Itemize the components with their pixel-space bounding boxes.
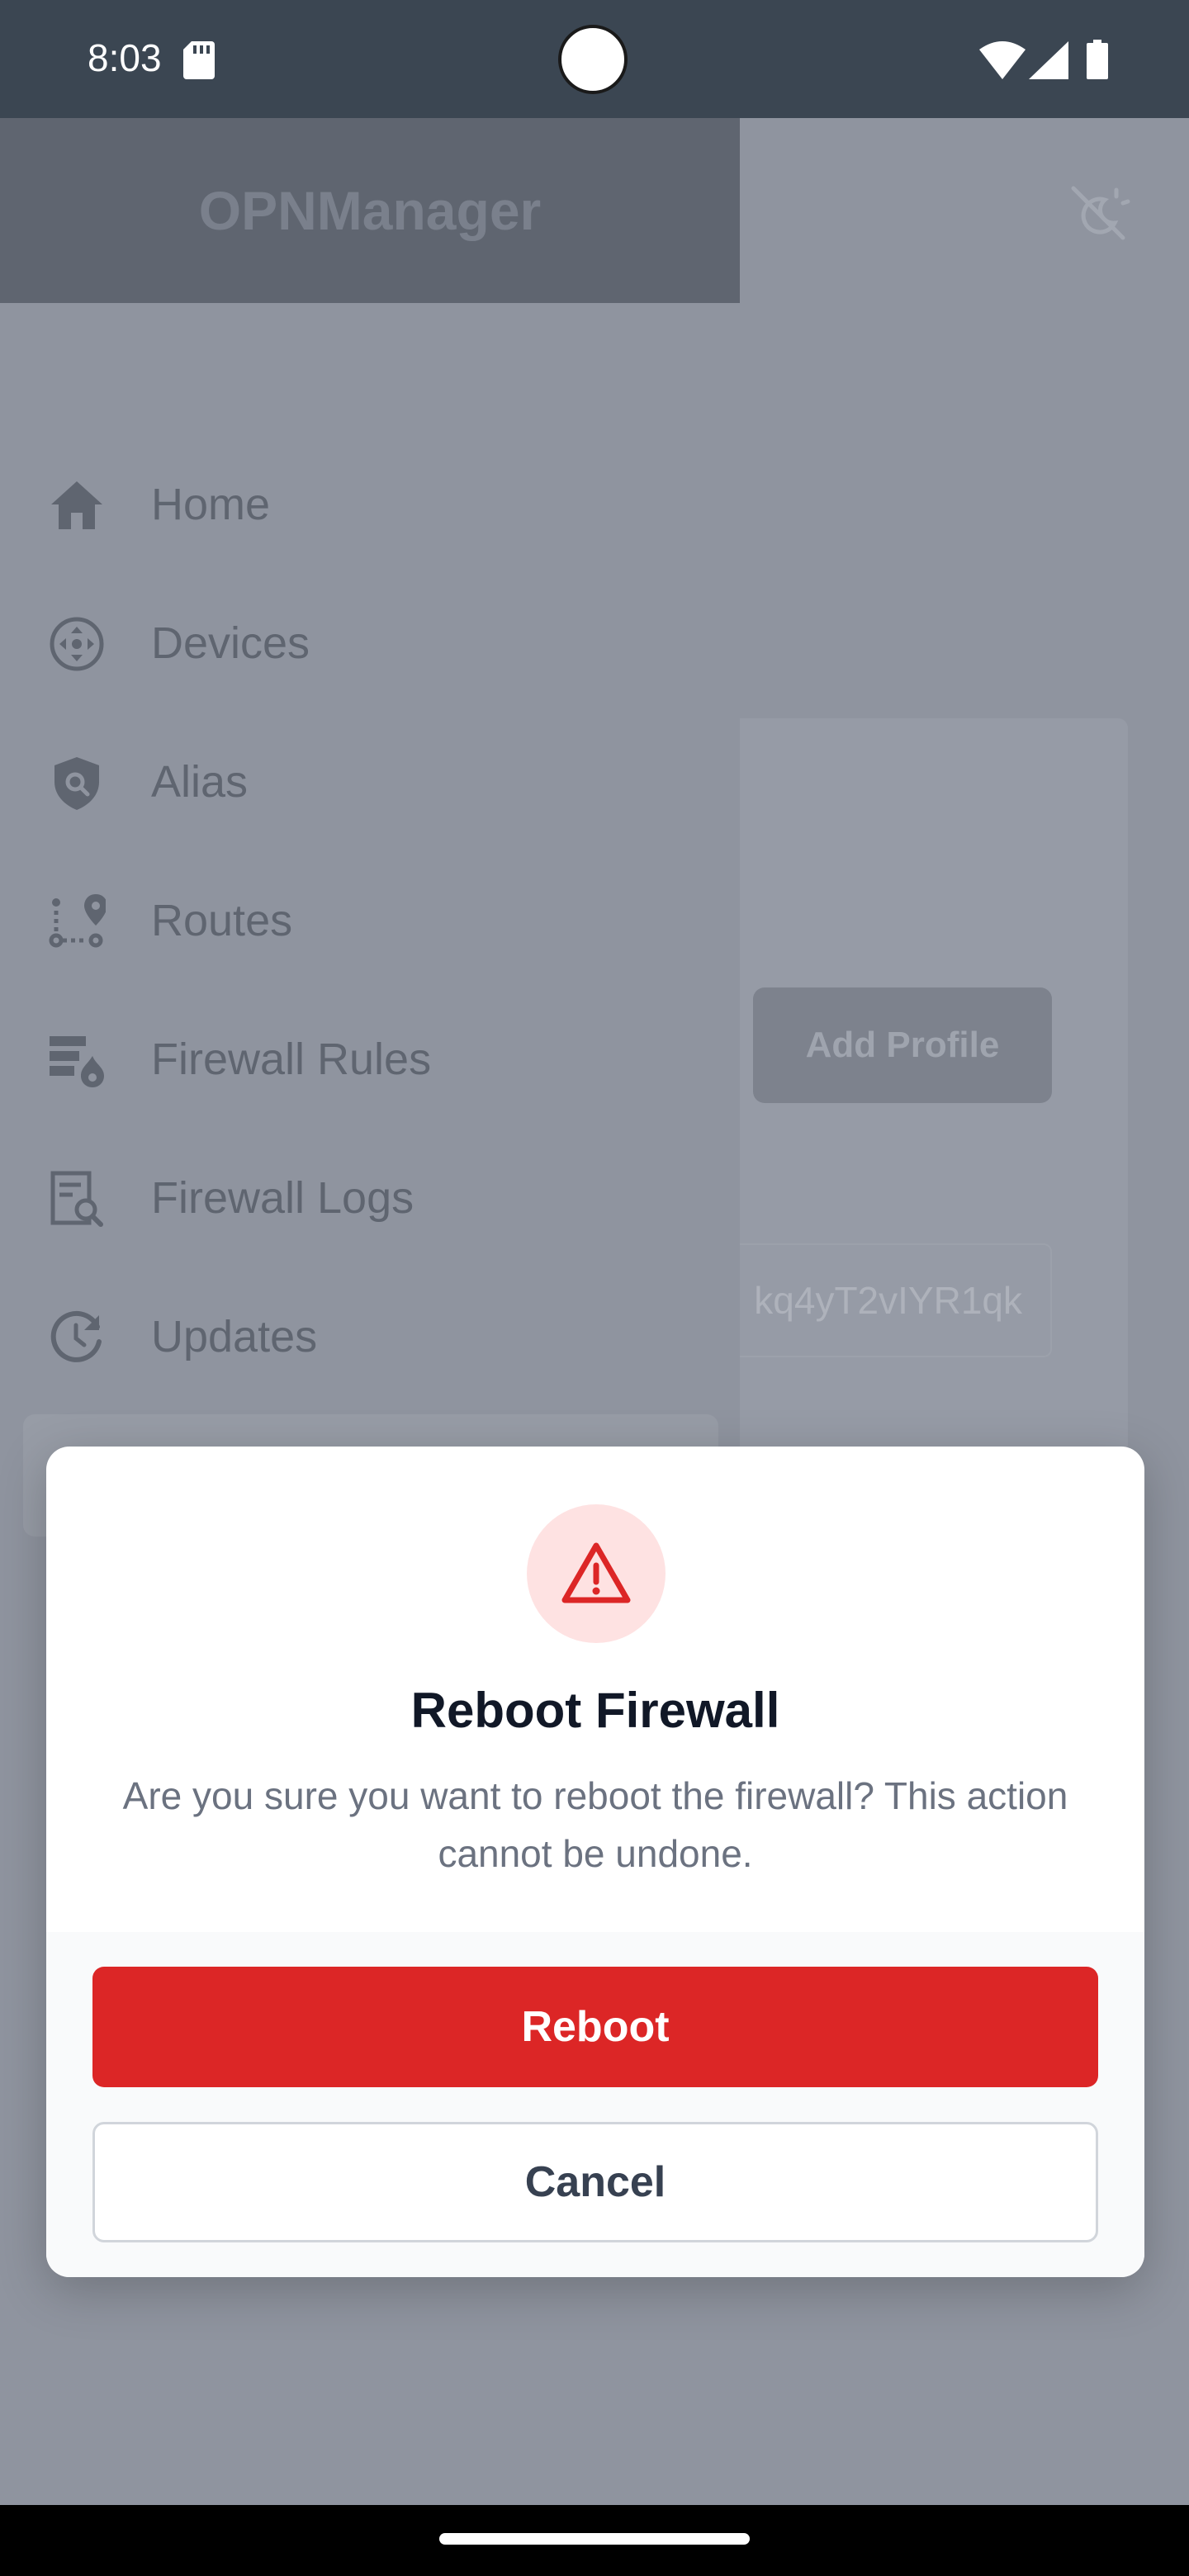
- status-time: 8:03: [88, 36, 162, 79]
- alias-shield-icon: [54, 757, 99, 810]
- battery-icon: [1087, 40, 1108, 79]
- nav-item-alias[interactable]: Alias: [23, 721, 718, 843]
- home-gesture-handle[interactable]: [439, 2533, 750, 2545]
- api-key-value: kq4yT2vIYR1qk: [754, 1279, 1022, 1322]
- cancel-button[interactable]: Cancel: [92, 2122, 1098, 2242]
- warning-triangle-icon: [561, 1542, 631, 1603]
- theme-toggle-icon[interactable]: [1065, 180, 1131, 246]
- firewall-rules-icon: [50, 1036, 104, 1087]
- dialog-message: Are you sure you want to reboot the fire…: [122, 1774, 1068, 1875]
- nav-item-devices[interactable]: Devices: [23, 582, 718, 704]
- wifi-icon: [979, 41, 1026, 79]
- status-bar: 8:03: [0, 0, 1189, 118]
- reboot-confirm-dialog: Reboot Firewall Are you sure you want to…: [46, 1447, 1144, 2277]
- cell-signal-icon: [1029, 41, 1068, 79]
- firewall-logs-icon: [50, 1171, 103, 1227]
- reboot-button[interactable]: Reboot: [92, 1967, 1098, 2087]
- drawer-header: OPNManager: [0, 118, 740, 303]
- add-profile-button[interactable]: Add Profile: [753, 987, 1052, 1103]
- app-title: OPNManager: [198, 180, 542, 241]
- nav-item-updates[interactable]: Updates: [23, 1276, 718, 1398]
- nav-item-firewall-rules[interactable]: Firewall Rules: [23, 998, 718, 1120]
- nav-item-firewall-logs[interactable]: Firewall Logs: [23, 1137, 718, 1259]
- updates-icon: [50, 1310, 102, 1362]
- nav-label-firewall-rules: Firewall Rules: [151, 1035, 432, 1084]
- devices-icon: [50, 617, 104, 671]
- api-key-field[interactable]: kq4yT2vIYR1qk: [718, 1243, 1052, 1357]
- nav-item-home[interactable]: Home: [23, 443, 718, 566]
- nav-item-routes[interactable]: Routes: [23, 859, 718, 982]
- nav-label-home: Home: [151, 480, 271, 529]
- nav-label-routes: Routes: [151, 896, 293, 945]
- nav-label-updates: Updates: [151, 1312, 318, 1361]
- nav-label-devices: Devices: [151, 618, 310, 668]
- camera-cutout: [558, 25, 628, 94]
- nav-label-alias: Alias: [151, 757, 249, 807]
- routes-icon: [49, 894, 106, 948]
- sd-card-icon: [183, 41, 215, 79]
- nav-label-firewall-logs: Firewall Logs: [151, 1173, 414, 1223]
- home-icon: [51, 481, 102, 529]
- dialog-title: Reboot Firewall: [410, 1683, 780, 1738]
- warning-badge: [527, 1504, 666, 1643]
